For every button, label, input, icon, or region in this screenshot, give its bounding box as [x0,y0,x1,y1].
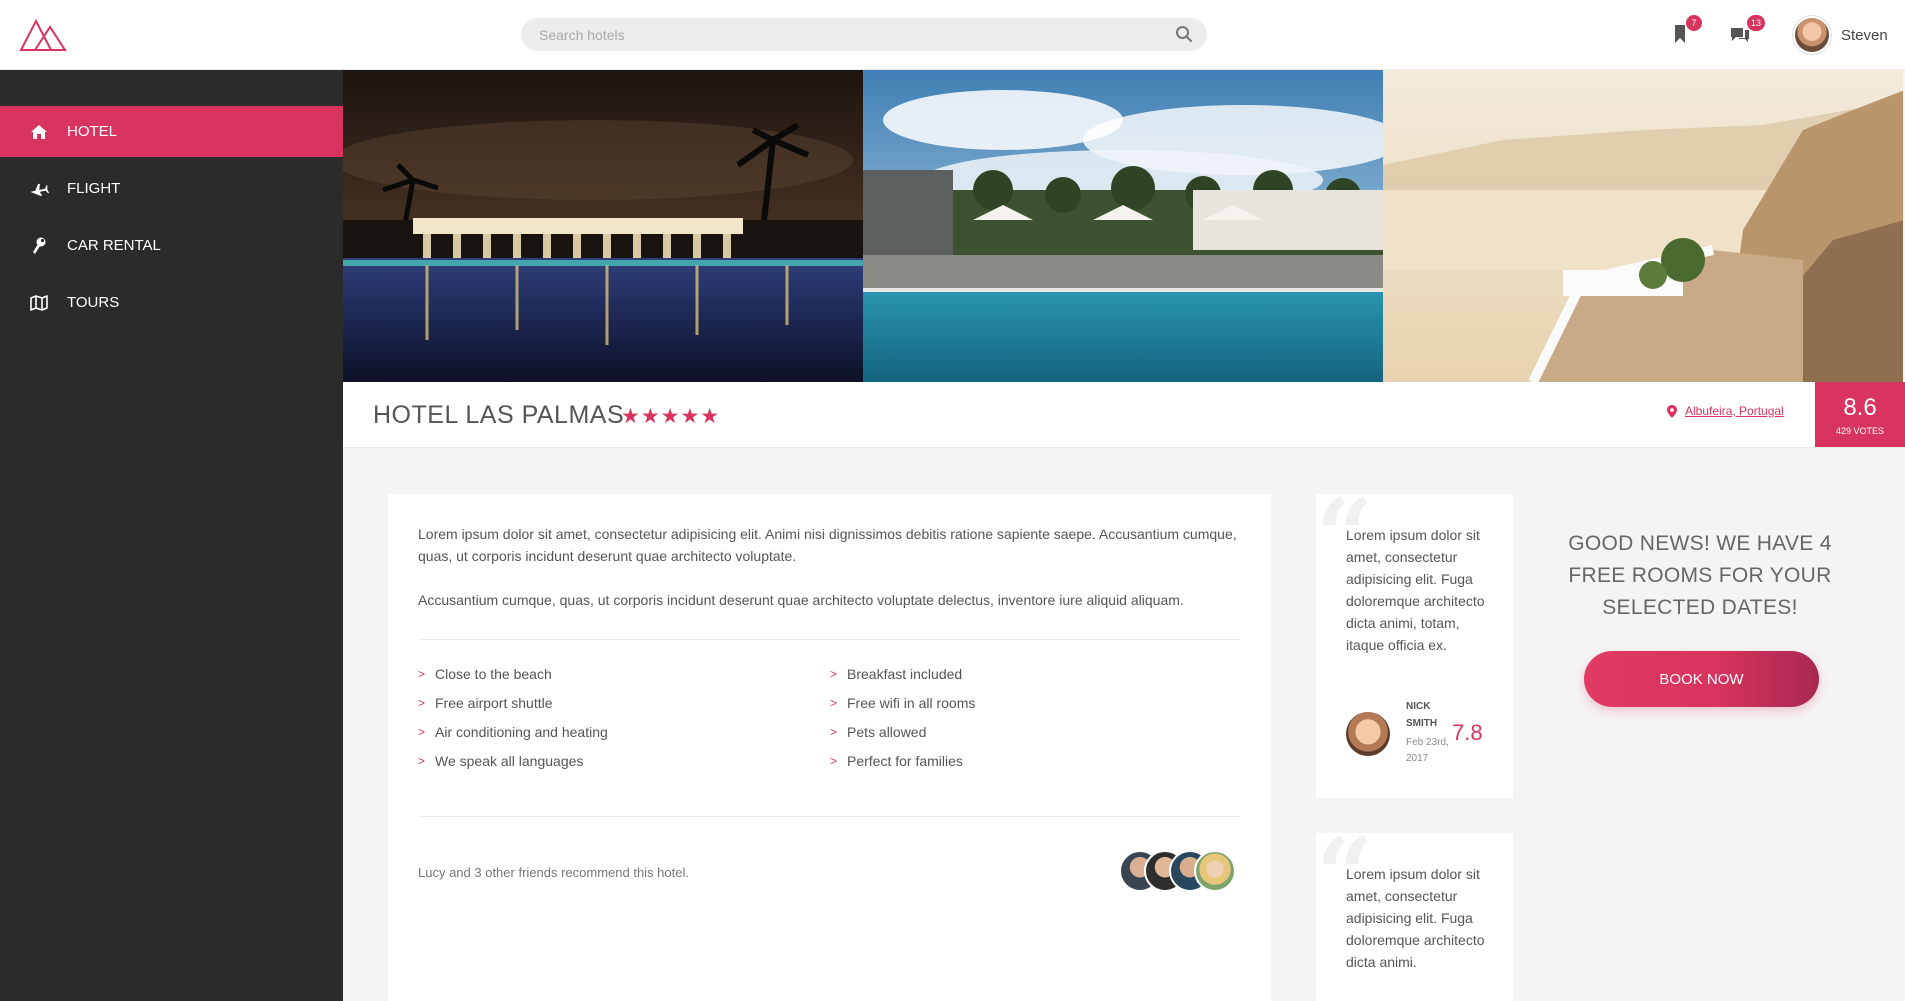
user-menu[interactable]: Steven [1793,15,1888,55]
top-header: 7 13 Steven [0,0,1905,70]
chevron-right-icon: > [830,667,838,681]
home-icon [29,122,49,142]
availability-message: GOOD NEWS! WE HAVE 4 FREE ROOMS FOR YOUR… [1568,532,1832,619]
feature-label: Free airport shuttle [435,695,553,711]
chevron-right-icon: > [830,754,838,768]
bookmark-icon [1675,25,1685,43]
reviewer-name: NICK SMITH [1406,698,1437,732]
photo-gallery [343,70,1905,382]
map-icon [29,293,49,313]
star-rating: ★★★★★ [621,405,721,428]
review-date: Feb 23rd, 2017 [1406,735,1449,767]
location-link[interactable]: Albufeira, Portugal [1685,404,1784,418]
feature-item: > Free airport shuttle [418,695,553,711]
chevron-right-icon: > [418,725,426,739]
divider [418,639,1240,640]
sidebar-item-car-rental[interactable]: CAR RENTAL [0,220,343,271]
feature-item: > Close to the beach [418,666,552,682]
hotel-votes: 429 VOTES [1835,426,1885,436]
hotel-details-card: Lorem ipsum dolor sit amet, consectetur … [388,494,1271,1001]
feature-item: > Breakfast included [830,666,962,682]
hotel-photo-terrace[interactable] [1383,70,1903,382]
bookmarks-badge: 7 [1686,15,1702,31]
feature-label: Perfect for families [847,753,963,769]
bookmarks-button[interactable]: 7 [1672,15,1702,50]
hotel-score: 8.6 [1843,394,1877,421]
chevron-right-icon: > [418,754,426,768]
feature-item: > Air conditioning and heating [418,724,608,740]
reviewer-name-first: NICK [1406,701,1431,712]
wrench-icon [29,236,49,256]
hotel-photo-day-pool[interactable] [863,70,1383,382]
feature-item: > Perfect for families [830,753,963,769]
hotel-name: HOTEL LAS PALMAS [373,401,625,429]
review-score: 7.8 [1452,720,1483,745]
feature-label: Free wifi in all rooms [847,695,976,711]
description-paragraph: Lorem ipsum dolor sit amet, consectetur … [418,526,1237,564]
review-text: Lorem ipsum dolor sit amet, consectetur … [1346,866,1485,970]
avatar [1793,16,1831,54]
search-input[interactable] [539,18,1159,51]
feature-label: Close to the beach [435,666,552,682]
feature-item: > Pets allowed [830,724,926,740]
feature-label: We speak all languages [435,753,584,769]
feature-label: Breakfast included [847,666,963,682]
chevron-right-icon: > [830,696,838,710]
chevron-right-icon: > [418,667,426,681]
sidebar-item-label: TOURS [67,294,120,311]
feature-label: Air conditioning and heating [435,724,608,740]
review-date-line: 2017 [1406,753,1429,764]
search-icon[interactable] [1175,25,1193,43]
description-paragraph: Accusantium cumque, quas, ut corporis in… [418,592,1184,608]
messages-button[interactable]: 13 [1729,15,1766,50]
sidebar: HOTEL FLIGHT CAR RENTAL TOURS [0,70,343,1001]
reviewer-avatar [1346,712,1390,756]
chevron-right-icon: > [830,725,838,739]
feature-item: > We speak all languages [418,753,583,769]
messages-badge: 13 [1747,15,1766,31]
recommend-text: Lucy and 3 other friends recommend this … [418,865,689,880]
friends-avatars[interactable] [1119,850,1236,892]
airplane-icon [29,179,49,199]
search-bar [521,18,1207,51]
hotel-title-bar: HOTEL LAS PALMAS ★★★★★ Albufeira, Portug… [343,382,1905,448]
feature-label: Pets allowed [847,724,927,740]
chevron-right-icon: > [418,696,426,710]
friend-avatar[interactable] [1194,850,1236,892]
review-date-line: Feb 23rd, [1406,737,1449,748]
review-card: “ Lorem ipsum dolor sit amet, consectetu… [1316,486,1513,798]
location: Albufeira, Portugal [1667,404,1784,418]
reviewer-name-last: SMITH [1406,718,1438,729]
sidebar-item-label: HOTEL [67,123,118,140]
sidebar-item-label: FLIGHT [67,180,121,197]
hotel-score-badge: 8.6 429 VOTES [1815,382,1905,447]
user-name: Steven [1841,26,1888,44]
review-card: “ Lorem ipsum dolor sit amet, consectetu… [1316,825,1513,1001]
feature-item: > Free wifi in all rooms [830,695,975,711]
logo[interactable] [19,17,67,53]
book-now-button[interactable]: BOOK NOW [1584,651,1819,707]
review-text: Lorem ipsum dolor sit amet, consectetur … [1346,527,1485,653]
sidebar-item-flight[interactable]: FLIGHT [0,163,343,214]
divider [418,816,1240,817]
sidebar-item-hotel[interactable]: HOTEL [0,106,343,157]
sidebar-item-tours[interactable]: TOURS [0,277,343,328]
sidebar-item-label: CAR RENTAL [67,237,161,254]
hotel-photo-night-pool[interactable] [343,70,863,382]
map-pin-icon [1667,404,1677,418]
